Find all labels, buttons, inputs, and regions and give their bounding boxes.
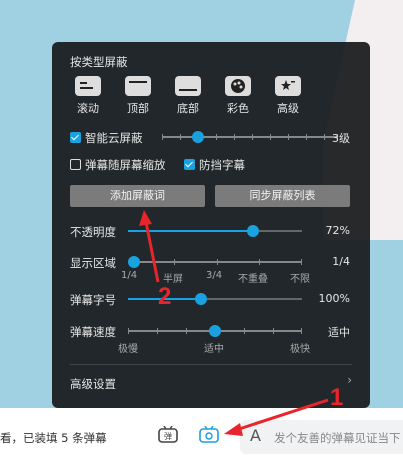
annotation-number-1: 1 <box>330 384 344 411</box>
annotation-number-2: 2 <box>158 283 172 310</box>
